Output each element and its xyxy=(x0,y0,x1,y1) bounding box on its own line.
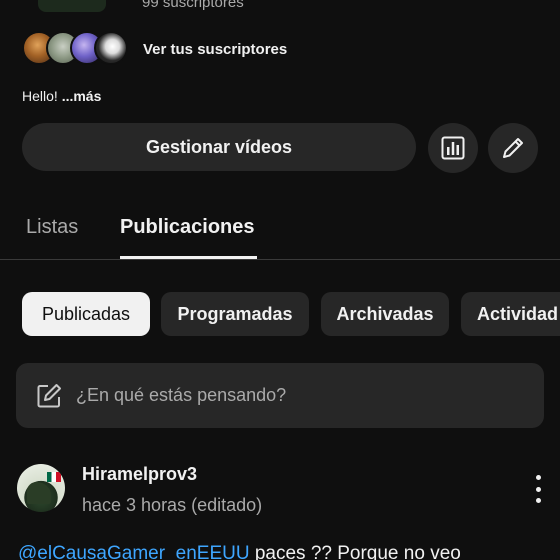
channel-avatar[interactable] xyxy=(38,0,106,12)
chip-published[interactable]: Publicadas xyxy=(22,292,150,336)
post-composer[interactable]: ¿En qué estás pensando? xyxy=(16,363,544,428)
bio-more-link[interactable]: ...más xyxy=(62,88,102,104)
pencil-icon xyxy=(503,138,523,158)
bio-text: Hello! xyxy=(22,88,58,104)
tab-lists[interactable]: Listas xyxy=(26,216,78,239)
chip-scheduled[interactable]: Programadas xyxy=(161,292,309,336)
analytics-button[interactable] xyxy=(428,123,478,173)
post-mention-link[interactable]: @elCausaGamer_enEEUU xyxy=(18,543,250,560)
mexico-flag-icon xyxy=(47,472,61,482)
kebab-dot xyxy=(535,486,541,492)
post-timestamp: hace 3 horas (editado) xyxy=(82,495,263,515)
composer-placeholder: ¿En qué estás pensando? xyxy=(76,385,287,405)
kebab-dot xyxy=(535,498,541,503)
edit-channel-button[interactable] xyxy=(488,123,538,173)
channel-bio[interactable]: Hello! ...más xyxy=(22,88,101,104)
post-menu-icon[interactable] xyxy=(528,475,548,503)
post-text: paces ?? Porque no veo xyxy=(249,543,461,560)
manage-videos-button[interactable]: Gestionar vídeos xyxy=(22,123,416,171)
tab-posts[interactable]: Publicaciones xyxy=(120,216,255,239)
post-author-name[interactable]: Hiramelprov3 xyxy=(82,464,197,485)
view-subscribers-link[interactable]: Ver tus suscriptores xyxy=(143,41,287,58)
selected-tab-indicator xyxy=(120,256,257,259)
channel-tabs: Listas Publicaciones xyxy=(0,200,560,260)
bar-chart-icon xyxy=(441,136,465,160)
subscriber-count: 99 suscriptores xyxy=(142,0,244,11)
edit-square-icon xyxy=(37,383,61,407)
kebab-dot xyxy=(535,475,541,480)
chip-activity[interactable]: Actividad xyxy=(461,292,560,336)
chip-archived[interactable]: Archivadas xyxy=(321,292,449,336)
subscriber-avatar xyxy=(94,31,128,65)
post-author-avatar[interactable] xyxy=(17,464,65,512)
post-body: @elCausaGamer_enEEUU paces ?? Porque no … xyxy=(18,543,461,560)
